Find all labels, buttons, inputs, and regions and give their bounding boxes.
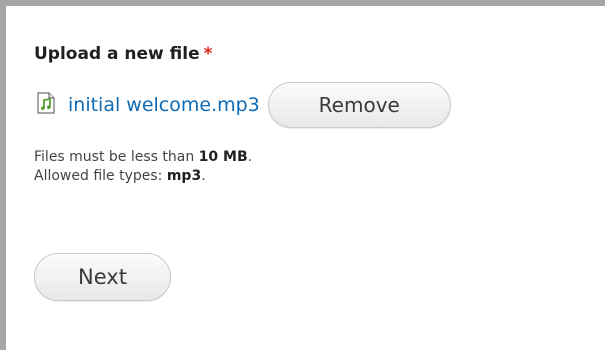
allowed-types-value: mp3 xyxy=(166,168,202,184)
required-marker: * xyxy=(203,44,213,64)
allowed-types-prefix: Allowed file types: xyxy=(34,168,167,184)
upload-field-label: Upload a new file * xyxy=(34,44,213,64)
next-button[interactable]: Next xyxy=(34,253,171,301)
allowed-types-text: Allowed file types: mp3. xyxy=(34,167,252,186)
uploaded-file-link[interactable]: initial welcome.mp3 xyxy=(68,94,260,116)
size-limit-text: Files must be less than 10 MB. xyxy=(34,148,252,167)
size-limit-suffix: . xyxy=(247,149,253,165)
uploaded-file-row: initial welcome.mp3 Remove xyxy=(36,82,451,128)
file-help-text: Files must be less than 10 MB. Allowed f… xyxy=(34,148,252,186)
remove-button[interactable]: Remove xyxy=(267,82,451,128)
size-limit-value: 10 MB xyxy=(198,149,248,165)
size-limit-prefix: Files must be less than xyxy=(34,149,199,165)
audio-file-icon xyxy=(36,92,56,114)
allowed-types-suffix: . xyxy=(201,168,206,184)
upload-field-label-text: Upload a new file xyxy=(34,44,200,64)
